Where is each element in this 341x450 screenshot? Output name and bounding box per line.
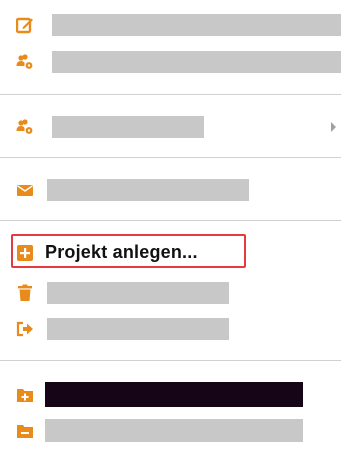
menu-separator [0,220,341,221]
menu-item-email[interactable] [0,175,341,205]
sign-out-icon [16,320,34,338]
menu-item-label-redacted [47,179,249,201]
menu-item-label-redacted [52,51,341,73]
folder-plus-icon [16,386,34,404]
menu-item-users-submenu[interactable] [0,112,341,142]
menu-item-label-redacted [45,419,303,442]
menu-item-leave[interactable] [0,314,341,344]
menu-item-users-settings[interactable] [0,47,341,77]
menu-item-create-project[interactable]: Projekt anlegen... [0,238,341,268]
menu-item-label-redacted [47,282,229,304]
menu-item-label: Projekt anlegen... [45,242,198,262]
submenu-arrow-icon [331,122,336,132]
plus-square-icon [16,244,34,262]
menu-item-label-redacted [47,318,229,340]
menu-item-delete[interactable] [0,278,341,308]
menu-item-edit[interactable] [0,10,341,40]
menu-item-label-redacted [52,116,204,138]
context-menu: Projekt anlegen... [0,0,341,450]
users-cog-icon [16,53,34,71]
users-cog-icon [16,118,34,136]
menu-separator [0,94,341,95]
menu-item-folder-remove[interactable] [0,416,341,446]
folder-minus-icon [16,422,34,440]
trash-icon [16,284,34,302]
edit-icon [16,16,34,34]
envelope-icon [16,181,34,199]
menu-separator [0,157,341,158]
menu-separator [0,360,341,361]
menu-item-label-redacted [52,14,341,36]
menu-item-folder-add[interactable] [0,380,341,410]
menu-item-label-redacted [45,382,303,407]
